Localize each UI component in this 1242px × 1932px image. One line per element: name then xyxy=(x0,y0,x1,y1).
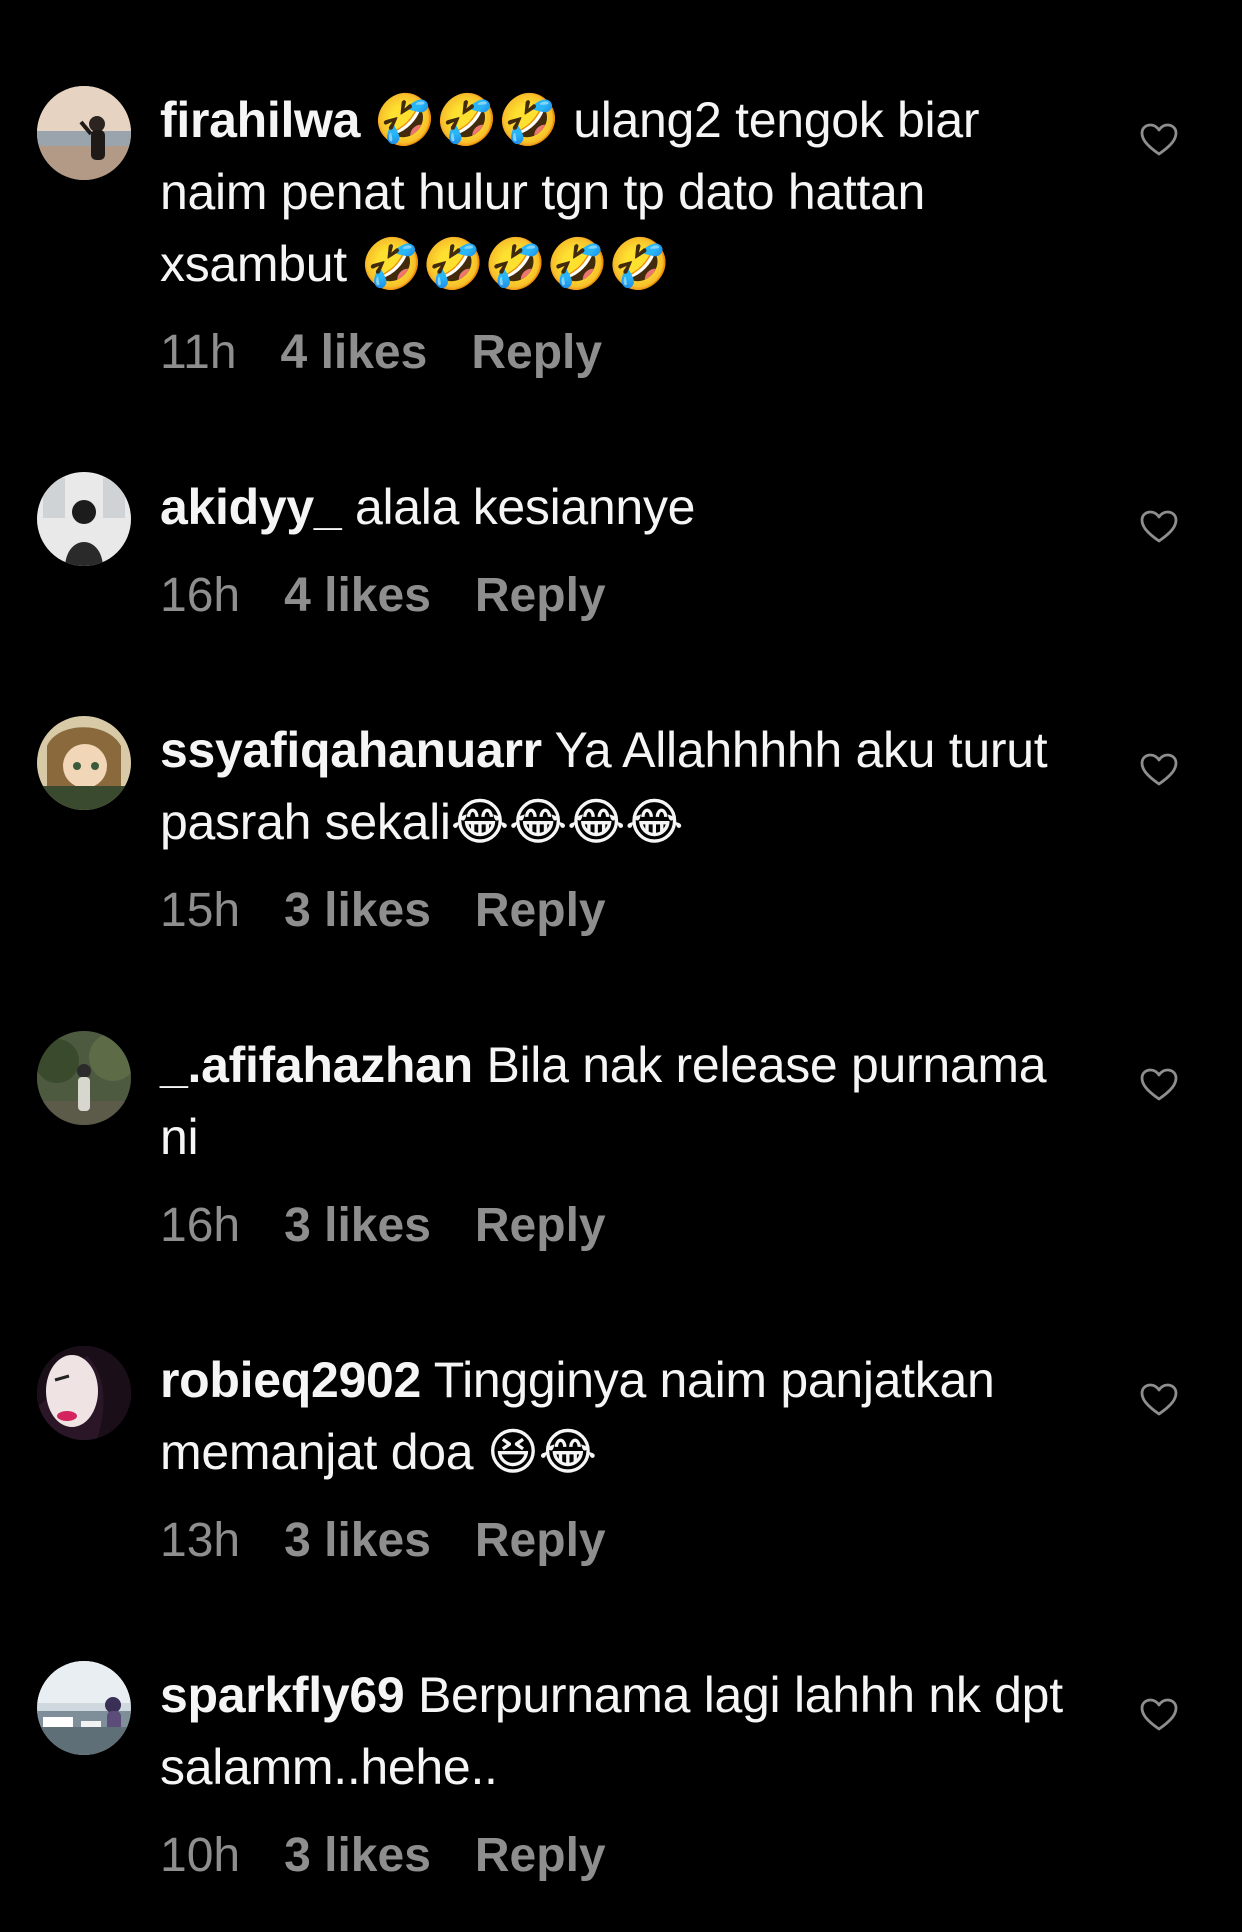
comment-body: _.afifahazhan Bila nak release purnama n… xyxy=(160,1029,1090,1173)
reply-button[interactable]: Reply xyxy=(475,1514,606,1567)
comment-meta: 15h 3 likes Reply xyxy=(160,881,606,941)
comment-meta: 11h 4 likes Reply xyxy=(160,323,602,383)
comment-meta: 13h 3 likes Reply xyxy=(160,1511,606,1571)
comment-body: firahilwa 🤣🤣🤣 ulang2 tengok biar naim pe… xyxy=(160,84,1090,300)
avatar-image xyxy=(37,86,131,180)
comment-time: 10h xyxy=(160,1829,241,1882)
reply-button[interactable]: Reply xyxy=(475,884,606,937)
reply-button[interactable]: Reply xyxy=(475,1199,606,1252)
comment-likes[interactable]: 4 likes xyxy=(281,326,428,379)
comment-username[interactable]: sparkfly69 xyxy=(160,1667,405,1723)
comment-likes[interactable]: 3 likes xyxy=(284,1829,431,1882)
heart-outline-icon[interactable] xyxy=(1140,1068,1178,1102)
comment-username[interactable]: _.afifahazhan xyxy=(160,1037,473,1093)
heart-outline-icon[interactable] xyxy=(1140,123,1178,157)
avatar[interactable] xyxy=(37,716,131,810)
comment-body: ssyafiqahanuarr Ya Allahhhhh aku turut p… xyxy=(160,714,1090,858)
comment-username[interactable]: firahilwa xyxy=(160,92,360,148)
comment-body: robieq2902 Tingginya naim panjatkan mema… xyxy=(160,1344,1090,1488)
avatar-image xyxy=(37,1346,131,1440)
heart-outline-icon[interactable] xyxy=(1140,1383,1178,1417)
comment-username[interactable]: ssyafiqahanuarr xyxy=(160,722,542,778)
reply-button[interactable]: Reply xyxy=(475,1829,606,1882)
comment-likes[interactable]: 4 likes xyxy=(284,569,431,622)
reply-button[interactable]: Reply xyxy=(471,326,602,379)
comment-meta: 16h 3 likes Reply xyxy=(160,1196,606,1256)
heart-outline-icon[interactable] xyxy=(1140,510,1178,544)
avatar-image xyxy=(37,716,131,810)
avatar-image xyxy=(37,472,131,566)
comment-meta: 10h 3 likes Reply xyxy=(160,1826,606,1886)
avatar[interactable] xyxy=(37,472,131,566)
comment-time: 13h xyxy=(160,1514,241,1567)
avatar-image xyxy=(37,1661,131,1755)
comment-likes[interactable]: 3 likes xyxy=(284,1199,431,1252)
comment-time: 11h xyxy=(160,326,237,379)
comment-text: alala kesiannye xyxy=(354,479,696,535)
comment-time: 16h xyxy=(160,569,241,622)
comment-time: 16h xyxy=(160,1199,241,1252)
heart-outline-icon[interactable] xyxy=(1140,1698,1178,1732)
avatar[interactable] xyxy=(37,86,131,180)
avatar[interactable] xyxy=(37,1031,131,1125)
comment-username[interactable]: akidyy_ xyxy=(160,479,342,535)
reply-button[interactable]: Reply xyxy=(475,569,606,622)
comment-likes[interactable]: 3 likes xyxy=(284,1514,431,1567)
comment-body: akidyy_ alala kesiannye xyxy=(160,471,1090,543)
heart-outline-icon[interactable] xyxy=(1140,753,1178,787)
avatar[interactable] xyxy=(37,1346,131,1440)
avatar[interactable] xyxy=(37,1661,131,1755)
comment-username[interactable]: robieq2902 xyxy=(160,1352,421,1408)
comment-likes[interactable]: 3 likes xyxy=(284,884,431,937)
comment-time: 15h xyxy=(160,884,241,937)
avatar-image xyxy=(37,1031,131,1125)
comment-meta: 16h 4 likes Reply xyxy=(160,566,606,626)
comment-body: sparkfly69 Berpurnama lagi lahhh nk dpt … xyxy=(160,1659,1090,1803)
